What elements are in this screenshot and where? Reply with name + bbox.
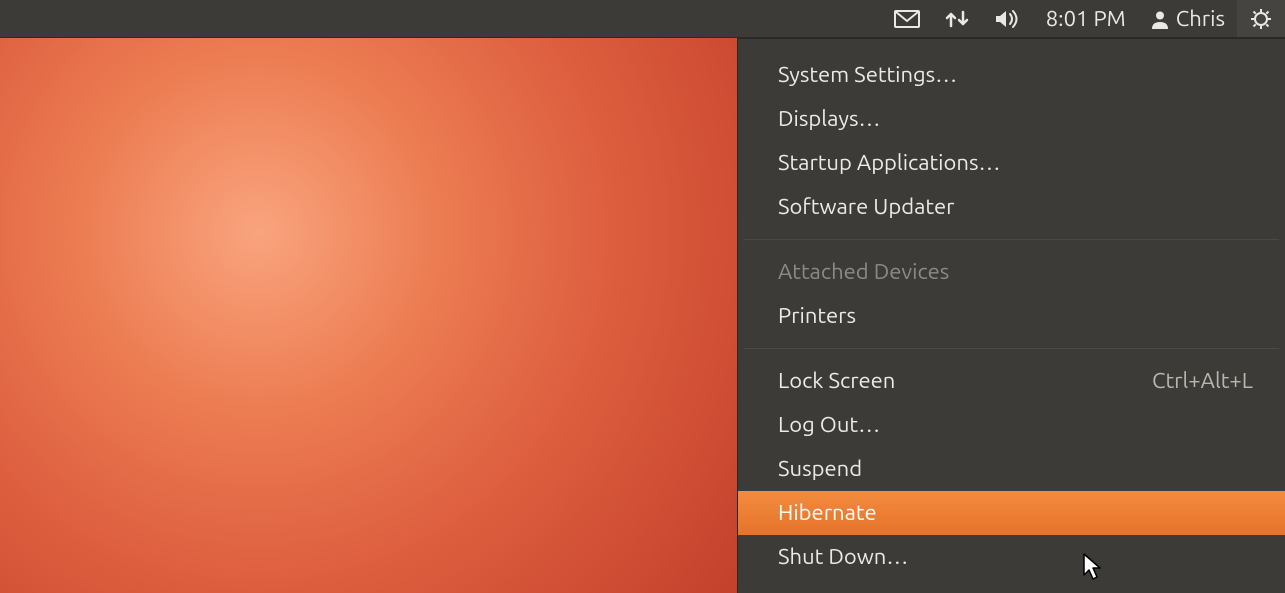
- clock-text: 8:01 PM: [1046, 6, 1126, 31]
- menu-item-lock-screen[interactable]: Lock Screen Ctrl+Alt+L: [738, 359, 1285, 403]
- menu-item-label: Startup Applications…: [778, 148, 1000, 178]
- user-icon: [1150, 9, 1170, 29]
- menu-item-startup-applications[interactable]: Startup Applications…: [738, 141, 1285, 185]
- gear-power-icon: [1249, 7, 1273, 31]
- menu-item-label: Printers: [778, 301, 856, 331]
- menu-item-software-updater[interactable]: Software Updater: [738, 185, 1285, 229]
- menu-item-label: Shut Down…: [778, 542, 908, 572]
- menu-item-displays[interactable]: Displays…: [738, 97, 1285, 141]
- menu-header-attached-devices: Attached Devices: [738, 250, 1285, 294]
- menu-item-label: Software Updater: [778, 192, 954, 222]
- menu-item-shut-down[interactable]: Shut Down…: [738, 535, 1285, 579]
- menu-item-log-out[interactable]: Log Out…: [738, 403, 1285, 447]
- network-indicator[interactable]: [932, 0, 982, 37]
- volume-icon: [994, 8, 1022, 30]
- menu-item-label: System Settings…: [778, 60, 957, 90]
- menu-item-hibernate[interactable]: Hibernate: [738, 491, 1285, 535]
- top-panel: 8:01 PM Chris: [0, 0, 1285, 38]
- session-indicator[interactable]: [1237, 0, 1285, 37]
- menu-item-shortcut: Ctrl+Alt+L: [1152, 366, 1253, 396]
- menu-header-label: Attached Devices: [778, 259, 949, 284]
- user-indicator[interactable]: Chris: [1138, 0, 1237, 37]
- session-menu: System Settings… Displays… Startup Appli…: [737, 38, 1285, 593]
- menu-separator: [744, 348, 1279, 349]
- menu-item-label: Hibernate: [778, 498, 877, 528]
- menu-item-printers[interactable]: Printers: [738, 294, 1285, 338]
- clock-indicator[interactable]: 8:01 PM: [1034, 0, 1138, 37]
- menu-item-label: Lock Screen: [778, 366, 895, 396]
- menu-item-label: Suspend: [778, 454, 862, 484]
- menu-item-suspend[interactable]: Suspend: [738, 447, 1285, 491]
- menu-separator: [744, 239, 1279, 240]
- network-updown-icon: [944, 8, 970, 30]
- menu-item-label: Displays…: [778, 104, 880, 134]
- desktop-wallpaper: [0, 38, 737, 593]
- mail-icon: [894, 10, 920, 28]
- messaging-indicator[interactable]: [882, 0, 932, 37]
- sound-indicator[interactable]: [982, 0, 1034, 37]
- menu-item-label: Log Out…: [778, 410, 880, 440]
- user-name: Chris: [1176, 6, 1225, 31]
- menu-item-system-settings[interactable]: System Settings…: [738, 53, 1285, 97]
